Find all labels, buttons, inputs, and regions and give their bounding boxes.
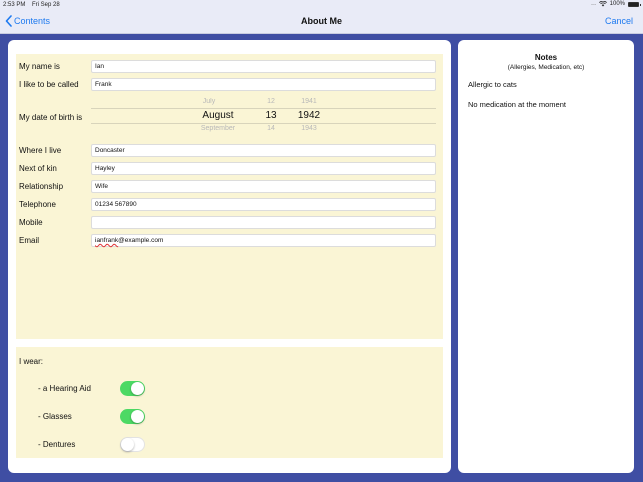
live-label: Where I live [19, 146, 62, 155]
wear-title: I wear: [19, 357, 44, 366]
email-label: Email [19, 236, 40, 245]
note-line[interactable]: Allergic to cats [468, 80, 517, 89]
cancel-button[interactable]: Cancel [605, 16, 633, 26]
picker-year-below: 1943 [301, 125, 317, 132]
status-time: 2:53 PM [3, 2, 26, 8]
relationship-label: Relationship [19, 182, 64, 191]
date-of-birth-picker[interactable]: July 12 1941 August 13 1942 September 14… [91, 98, 436, 132]
telephone-label: Telephone [19, 200, 56, 209]
picker-day-below: 14 [267, 125, 275, 132]
battery-percent: 100% [609, 1, 625, 7]
wear-section: I wear: - a Hearing Aid - Glasses - Dent… [16, 347, 443, 458]
mobile-label: Mobile [19, 218, 43, 227]
hearing-aid-label: - a Hearing Aid [38, 384, 91, 393]
glasses-toggle[interactable] [120, 409, 145, 424]
telephone-field[interactable]: 01234 567890 [91, 198, 436, 211]
status-date: Fri Sep 28 [32, 2, 60, 8]
dentures-label: - Dentures [38, 440, 76, 449]
battery-icon [628, 1, 641, 7]
main-panel: My name is Ian I like to be called Frank… [8, 40, 451, 473]
note-line[interactable]: No medication at the moment [468, 100, 566, 109]
status-bar: 2:53 PM Fri Sep 28 .... 100% [0, 0, 643, 10]
name-field[interactable]: Ian [91, 60, 436, 73]
kin-label: Next of kin [19, 164, 57, 173]
mobile-field[interactable] [91, 216, 436, 229]
kin-field[interactable]: Hayley [91, 162, 436, 175]
toggle-knob [121, 438, 134, 451]
email-domain: @example.com [118, 237, 164, 244]
hearing-aid-toggle[interactable] [120, 381, 145, 396]
email-spellcheck-word: ianfrank [95, 237, 119, 244]
name-label: My name is [19, 62, 60, 71]
called-field[interactable]: Frank [91, 78, 436, 91]
dob-label: My date of birth is [19, 113, 83, 122]
picker-day-above: 12 [267, 98, 275, 105]
nav-bar: Contents About Me Cancel [0, 10, 643, 34]
notes-subtitle: (Allergies, Medication, etc) [507, 64, 585, 71]
live-field[interactable]: Doncaster [91, 144, 436, 157]
picker-year-selected: 1942 [297, 110, 321, 121]
notes-panel: Notes (Allergies, Medication, etc) Aller… [458, 40, 634, 473]
picker-month-above: July [202, 98, 216, 105]
wifi-icon [598, 1, 607, 7]
email-field[interactable]: ianfrank@example.com [91, 234, 436, 247]
picker-day-selected: 13 [265, 110, 277, 121]
page-title: About Me [301, 16, 342, 26]
picker-year-above: 1941 [301, 98, 317, 105]
glasses-label: - Glasses [38, 412, 72, 421]
picker-row-selected: August 13 1942 [91, 110, 436, 122]
personal-details-section: My name is Ian I like to be called Frank… [16, 54, 443, 339]
picker-row-below: September 14 1943 [91, 125, 436, 132]
picker-month-selected: August [202, 110, 234, 121]
picker-row-above: July 12 1941 [91, 98, 436, 108]
toggle-knob [131, 410, 144, 423]
notes-title: Notes [534, 53, 558, 62]
picker-month-below: September [200, 125, 236, 132]
relationship-field[interactable]: Wife [91, 180, 436, 193]
picker-divider [91, 123, 436, 124]
signal-icon: .... [590, 1, 596, 7]
called-label: I like to be called [19, 80, 79, 89]
picker-divider [91, 108, 436, 109]
toggle-knob [131, 382, 144, 395]
status-indicators: .... 100% [590, 1, 641, 7]
dentures-toggle[interactable] [120, 437, 145, 452]
